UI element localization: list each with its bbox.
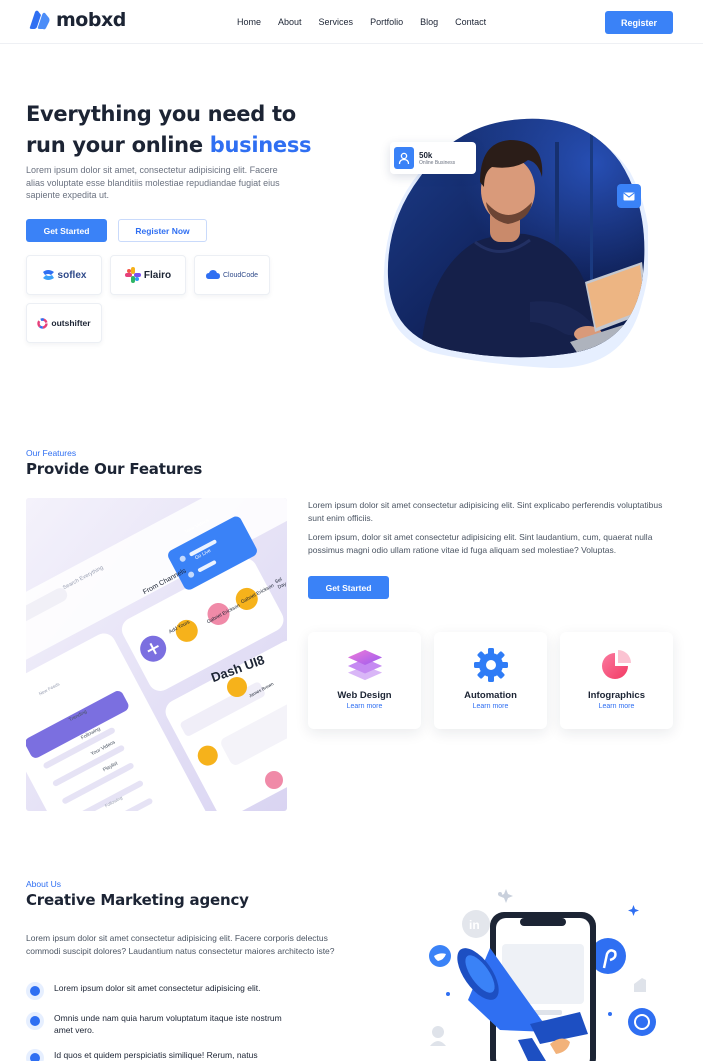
feature-card-automation[interactable]: Automation Learn more (434, 632, 547, 729)
partner-outshifter-name: outshifter (51, 318, 91, 328)
features-eyebrow: Our Features (26, 448, 77, 458)
stat-label: Online Business (419, 159, 456, 166)
feature-card-web-design[interactable]: Web Design Learn more (308, 632, 421, 729)
partner-soflex[interactable]: soflex (26, 255, 102, 295)
get-started-button[interactable]: Get Started (26, 219, 107, 242)
brand-logo[interactable]: mobxd (28, 9, 126, 31)
marketing-illustration: in (420, 884, 670, 1061)
partner-flairo[interactable]: Flairo (110, 255, 186, 295)
hero-title: Everything you need to run your online b… (26, 99, 326, 161)
about-item-text: Id quos et quidem perspiciatis similique… (54, 1050, 258, 1060)
about-item-text: Omnis unde nam quia harum voluptatum ita… (54, 1013, 282, 1035)
feature-card-link[interactable]: Learn more (473, 703, 509, 710)
bullet-icon (26, 1012, 44, 1030)
stat-value: 50k (419, 150, 433, 160)
outshifter-logo-icon (37, 317, 49, 329)
bullet-icon (26, 1049, 44, 1061)
partner-soflex-name: soflex (57, 269, 87, 281)
about-item: Lorem ipsum dolor sit amet consectetur a… (26, 982, 294, 1000)
hero-title-line2: run your online (26, 133, 210, 157)
feature-card-title: Web Design (337, 690, 392, 701)
register-button[interactable]: Register (605, 11, 673, 34)
main-nav: Home About Services Portfolio Blog Conta… (237, 17, 503, 27)
brand-name: mobxd (56, 9, 126, 31)
about-item-text: Lorem ipsum dolor sit amet consectetur a… (54, 983, 261, 993)
mobxd-logo-icon (29, 10, 50, 30)
feature-card-title: Infographics (587, 690, 645, 701)
pie-chart-icon (599, 647, 635, 683)
features-paragraph-1: Lorem ipsum dolor sit amet consectetur a… (308, 500, 663, 523)
stat-card: 50k Online Business (390, 142, 476, 174)
partner-cloudcode-name: CloudCode (222, 271, 259, 279)
features-paragraph-2: Lorem ipsum, dolor sit amet consectetur … (308, 532, 653, 555)
user-icon (394, 147, 414, 169)
dashboard-mockup-illustration (26, 498, 287, 811)
flairo-logo-icon (124, 267, 141, 283)
features-get-started-button[interactable]: Get Started (308, 576, 389, 599)
about-description: Lorem ipsum dolor sit amet consectetur a… (26, 933, 335, 956)
megaphone-phone-illustration: in (429, 889, 656, 1061)
soflex-logo-icon (42, 270, 54, 280)
cloudcode-logo-icon (205, 270, 220, 279)
nav-home[interactable]: Home (237, 17, 261, 27)
about-eyebrow: About Us (26, 879, 61, 889)
hero-title-line1: Everything you need to (26, 102, 296, 126)
hero-description: Lorem ipsum dolor sit amet, consectetur … (26, 165, 280, 200)
nav-services[interactable]: Services (319, 17, 354, 27)
features-app-mockup: Dash UI8 Search Everything From Channels… (26, 498, 287, 811)
partner-outshifter[interactable]: outshifter (26, 303, 102, 343)
gear-icon (473, 647, 509, 683)
feature-card-infographics[interactable]: Infographics Learn more (560, 632, 673, 729)
partner-flairo-name: Flairo (143, 269, 172, 281)
bullet-icon (26, 982, 44, 1000)
hero-title-accent: business (209, 133, 312, 157)
about-item: Id quos et quidem perspiciatis similique… (26, 1049, 294, 1061)
nav-blog[interactable]: Blog (420, 17, 438, 27)
layers-icon (347, 647, 383, 683)
about-item: Omnis unde nam quia harum voluptatum ita… (26, 1012, 294, 1036)
feature-card-link[interactable]: Learn more (347, 703, 383, 710)
feature-card-title: Automation (464, 690, 517, 701)
svg-text:in: in (469, 918, 480, 932)
nav-portfolio[interactable]: Portfolio (370, 17, 403, 27)
nav-about[interactable]: About (278, 17, 302, 27)
nav-contact[interactable]: Contact (455, 17, 486, 27)
features-title: Provide Our Features (26, 460, 203, 478)
site-header: mobxd Home About Services Portfolio Blog… (0, 0, 703, 44)
mail-icon (617, 184, 641, 208)
feature-card-link[interactable]: Learn more (599, 703, 635, 710)
about-title: Creative Marketing agency (26, 891, 249, 909)
register-now-button[interactable]: Register Now (118, 219, 207, 242)
partner-cloudcode[interactable]: CloudCode (194, 255, 270, 295)
